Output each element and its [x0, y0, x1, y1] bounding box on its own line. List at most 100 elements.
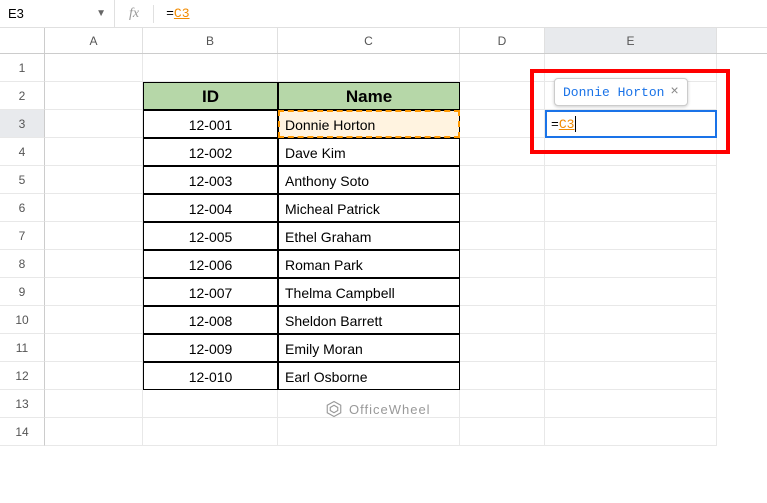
table-cell-id[interactable]: 12-007 — [143, 278, 278, 306]
cell[interactable] — [278, 418, 460, 446]
table-cell-name[interactable]: Sheldon Barrett — [278, 306, 460, 334]
row-header[interactable]: 4 — [0, 138, 45, 166]
cell[interactable] — [460, 306, 545, 334]
table-cell-name[interactable]: Micheal Patrick — [278, 194, 460, 222]
column-headers: A B C D E — [0, 28, 767, 54]
table-header-id[interactable]: ID — [143, 82, 278, 110]
spreadsheet-grid: A B C D E 1 2 ID Name 3 12-001 D — [0, 28, 767, 446]
table-cell-id[interactable]: 12-003 — [143, 166, 278, 194]
table-cell-name[interactable]: Thelma Campbell — [278, 278, 460, 306]
row-header[interactable]: 10 — [0, 306, 45, 334]
cell[interactable] — [460, 334, 545, 362]
cell[interactable] — [460, 166, 545, 194]
cell[interactable] — [545, 138, 717, 166]
cell[interactable] — [545, 334, 717, 362]
cell[interactable] — [45, 110, 143, 138]
table-cell-name[interactable]: Emily Moran — [278, 334, 460, 362]
table-cell-id[interactable]: 12-002 — [143, 138, 278, 166]
grid-row: 6 12-004 Micheal Patrick — [0, 194, 767, 222]
formula-input[interactable]: =C3 — [154, 6, 767, 21]
table-header-name[interactable]: Name — [278, 82, 460, 110]
cell[interactable] — [143, 54, 278, 82]
cell[interactable] — [45, 362, 143, 390]
table-cell-id[interactable]: 12-004 — [143, 194, 278, 222]
col-header-B[interactable]: B — [143, 28, 278, 53]
cell[interactable] — [460, 390, 545, 418]
cell[interactable] — [278, 54, 460, 82]
select-all-corner[interactable] — [0, 28, 45, 53]
name-box[interactable]: E3 ▼ — [0, 0, 115, 27]
table-cell-id[interactable]: 12-001 — [143, 110, 278, 138]
cell[interactable] — [545, 278, 717, 306]
row-header[interactable]: 8 — [0, 250, 45, 278]
cell[interactable] — [45, 306, 143, 334]
name-box-text: E3 — [8, 6, 96, 21]
row-header[interactable]: 6 — [0, 194, 45, 222]
cell[interactable] — [143, 418, 278, 446]
cell[interactable] — [460, 194, 545, 222]
formula-bar: E3 ▼ fx =C3 — [0, 0, 767, 28]
col-header-C[interactable]: C — [278, 28, 460, 53]
cell[interactable] — [460, 250, 545, 278]
table-cell-id[interactable]: 12-010 — [143, 362, 278, 390]
cell[interactable] — [545, 362, 717, 390]
cell[interactable] — [545, 166, 717, 194]
cell[interactable] — [460, 54, 545, 82]
row-header[interactable]: 13 — [0, 390, 45, 418]
table-cell-name[interactable]: Donnie Horton — [278, 110, 460, 138]
col-header-A[interactable]: A — [45, 28, 143, 53]
cell[interactable] — [45, 138, 143, 166]
row-header[interactable]: 2 — [0, 82, 45, 110]
cell[interactable] — [460, 110, 545, 138]
grid-row: 7 12-005 Ethel Graham — [0, 222, 767, 250]
cell[interactable] — [45, 250, 143, 278]
formula-ref: C3 — [174, 6, 190, 21]
cell[interactable] — [460, 82, 545, 110]
table-cell-name[interactable]: Dave Kim — [278, 138, 460, 166]
cell[interactable] — [45, 222, 143, 250]
cell[interactable] — [45, 278, 143, 306]
cell[interactable] — [143, 390, 278, 418]
cell[interactable] — [545, 250, 717, 278]
cell[interactable] — [460, 222, 545, 250]
cell[interactable] — [45, 166, 143, 194]
active-cell-editor[interactable]: =C3 — [545, 110, 717, 138]
cell[interactable] — [45, 194, 143, 222]
cell[interactable] — [45, 334, 143, 362]
cell[interactable] — [545, 222, 717, 250]
row-header[interactable]: 5 — [0, 166, 45, 194]
table-cell-name[interactable]: Roman Park — [278, 250, 460, 278]
close-icon[interactable]: × — [670, 84, 678, 100]
chevron-down-icon[interactable]: ▼ — [96, 8, 106, 19]
cell[interactable] — [545, 418, 717, 446]
cell[interactable] — [460, 278, 545, 306]
cell[interactable] — [460, 138, 545, 166]
grid-row: 10 12-008 Sheldon Barrett — [0, 306, 767, 334]
cell[interactable] — [545, 194, 717, 222]
row-header[interactable]: 3 — [0, 110, 45, 138]
cell[interactable] — [460, 418, 545, 446]
table-cell-id[interactable]: 12-005 — [143, 222, 278, 250]
cell[interactable] — [45, 82, 143, 110]
cell[interactable] — [45, 390, 143, 418]
cell[interactable] — [45, 418, 143, 446]
table-cell-name[interactable]: Anthony Soto — [278, 166, 460, 194]
row-header[interactable]: 7 — [0, 222, 45, 250]
row-header[interactable]: 11 — [0, 334, 45, 362]
row-header[interactable]: 9 — [0, 278, 45, 306]
table-cell-name[interactable]: Earl Osborne — [278, 362, 460, 390]
cell[interactable] — [545, 306, 717, 334]
table-cell-id[interactable]: 12-009 — [143, 334, 278, 362]
table-cell-name[interactable]: Ethel Graham — [278, 222, 460, 250]
cell[interactable] — [460, 362, 545, 390]
cell[interactable] — [545, 390, 717, 418]
row-header[interactable]: 12 — [0, 362, 45, 390]
col-header-E[interactable]: E — [545, 28, 717, 53]
table-cell-id[interactable]: 12-008 — [143, 306, 278, 334]
table-cell-id[interactable]: 12-006 — [143, 250, 278, 278]
col-header-D[interactable]: D — [460, 28, 545, 53]
row-header[interactable]: 1 — [0, 54, 45, 82]
cell[interactable] — [45, 54, 143, 82]
row-header[interactable]: 14 — [0, 418, 45, 446]
fx-label: fx — [115, 6, 153, 22]
